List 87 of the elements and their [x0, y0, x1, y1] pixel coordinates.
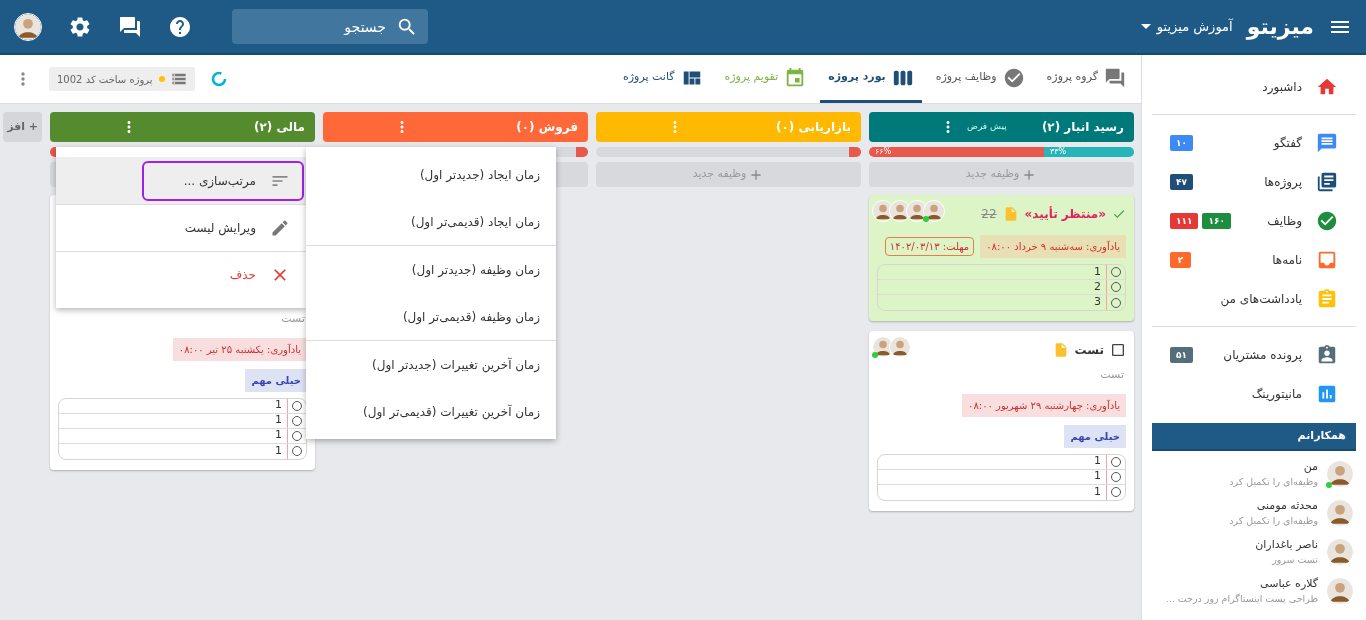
chat-icon — [1104, 66, 1126, 89]
checklist-item: 1 — [1093, 468, 1102, 485]
chat-icon — [1316, 131, 1338, 154]
settings-icon[interactable] — [68, 14, 92, 39]
checklist-item: 3 — [1093, 294, 1102, 310]
card-description: تست — [280, 311, 306, 327]
avatar — [14, 12, 42, 41]
server-icon — [170, 71, 187, 87]
count-badge: ۲ — [1170, 251, 1191, 268]
project-name: پروژه ساخت کد 1002 — [57, 72, 153, 87]
priority-tag: خیلی مهم — [1064, 424, 1126, 448]
tab[interactable]: بورد پروژه — [820, 55, 922, 103]
sidebar-item[interactable]: گفتگو ۱۰ — [1152, 123, 1356, 162]
document-stack-icon — [1316, 170, 1338, 193]
project-chip[interactable]: پروژه ساخت کد 1002 — [49, 67, 195, 91]
column-title: رسید انبار (۲) — [1041, 119, 1124, 136]
caret-icon — [1140, 24, 1151, 29]
deadline-label: مهلت: ۱۴۰۲/۰۳/۱۳ — [884, 237, 975, 256]
sidebar-item[interactable]: مانیتورینگ — [1152, 374, 1356, 413]
priority-tag: خیلی مهم — [245, 368, 307, 392]
colleague-item[interactable]: محدثه مومنی وظیفه‌ای را تکمیل کرد — [1152, 498, 1356, 528]
clipboard-icon — [1316, 287, 1338, 310]
progress-label: ۶۶% — [875, 148, 892, 156]
checklist-item: 1 — [1093, 483, 1102, 500]
workspace-dropdown[interactable]: آموزش میزیتو — [1140, 16, 1233, 37]
colleague-item[interactable]: ناصر باغداران تست سرور — [1152, 537, 1356, 567]
default-label: پیش فرض — [967, 120, 1007, 134]
checklist-item: 1 — [274, 427, 283, 444]
colleague-item[interactable]: من وظیفه‌ای را تکمیل کرد — [1152, 459, 1356, 489]
reminder-label: یادآوری: یکشنبه ۲۵ تیر ۰۸:۰۰ — [172, 337, 307, 361]
checklist-item: 1 — [1093, 454, 1102, 470]
colleague-status: وظیفه‌ای را تکمیل کرد — [1229, 475, 1318, 489]
progress-label: ۳۳% — [1049, 148, 1067, 156]
column-header[interactable]: رسید انبار (۲) پیش فرض — [869, 112, 1134, 142]
column-title: مالی (۲) — [253, 119, 305, 136]
colleague-status: طراحی پست اینستاگرام روز درخت ... — [1165, 592, 1318, 606]
sidebar-item[interactable]: وظایف ۱۶۰ ۱۱۱ — [1152, 201, 1356, 240]
colleague-status: تست سرور — [1271, 553, 1318, 567]
sidebar-item[interactable]: پروژه‌ها ۴۷ — [1152, 162, 1356, 201]
status-label: «منتظر تأیید» — [1024, 205, 1106, 223]
tab[interactable]: گانت پروژه — [615, 55, 711, 103]
column-title: بازاریابی (۰) — [775, 119, 851, 136]
colleague-name: ناصر باغداران — [1255, 537, 1318, 553]
checklist-item: 1 — [274, 442, 283, 459]
tab[interactable]: گروه پروژه — [1038, 55, 1134, 103]
check-icon[interactable] — [1112, 207, 1126, 221]
task-number: 22 — [981, 206, 997, 223]
count-badge: ۱۱۱ — [1170, 212, 1199, 229]
add-list-button[interactable]: + افز — [3, 112, 42, 142]
card-description: تست — [1099, 367, 1125, 383]
sidebar-item[interactable]: داشبورد — [1152, 67, 1356, 106]
reminder-label: یادآوری: چهارشنبه ۲۹ شهریور ۰۸:۰۰ — [962, 393, 1126, 417]
contact-card-icon — [1316, 343, 1338, 366]
column-header[interactable]: مالی (۲) — [50, 112, 315, 142]
reminder-label: یادآوری: سه‌شنبه ۹ خرداد ۰۸:۰۰ — [980, 235, 1126, 258]
card-title: تست — [1074, 342, 1104, 359]
count-badge: ۱۰ — [1170, 134, 1193, 151]
menu-item[interactable]: مرتب‌سازی ... — [142, 160, 304, 201]
colleague-name: محدثه مومنی — [1255, 498, 1318, 514]
logo[interactable]: میزیتو — [1246, 10, 1314, 43]
spinner-icon — [210, 71, 227, 87]
search-icon — [396, 16, 418, 38]
menu-item[interactable]: حذف — [142, 255, 304, 295]
checklist-item: 1 — [274, 398, 283, 414]
sidebar-item[interactable]: یادداشت‌های من — [1152, 279, 1356, 318]
chat-icon[interactable] — [118, 14, 142, 39]
checklist-item: 2 — [1093, 278, 1102, 295]
search-field[interactable]: جستجو — [232, 9, 428, 44]
tab[interactable]: وظایف پروژه — [927, 55, 1033, 103]
sidebar-item[interactable]: پرونده مشتریان ۵۱ — [1152, 335, 1356, 374]
pencil-icon — [270, 218, 290, 238]
colleague-name: من — [1302, 459, 1318, 475]
colleague-name: گلاره عباسی — [1259, 576, 1318, 592]
count-badge: ۴۷ — [1170, 173, 1193, 190]
help-icon[interactable] — [168, 14, 192, 39]
checklist-item: 1 — [274, 412, 283, 429]
column-title: فروش (۰) — [516, 119, 578, 136]
checkbox[interactable] — [1110, 342, 1126, 358]
count-badge: ۱۶۰ — [1202, 212, 1231, 229]
count-badge: ۵۱ — [1170, 346, 1193, 363]
colleague-item[interactable]: گلاره عباسی طراحی پست اینستاگرام روز درخت ... — [1152, 576, 1356, 606]
colleague-status: وظیفه‌ای را تکمیل کرد — [1229, 514, 1318, 528]
sidebar-item[interactable]: نامه‌ها ۲ — [1152, 240, 1356, 279]
menu-item[interactable]: ویرایش لیست — [142, 208, 304, 248]
checklist-item: 1 — [1093, 265, 1102, 280]
menu-item[interactable]: زمان ایجاد (جدیدتر اول) — [306, 151, 556, 198]
section-header: همکارانم — [1152, 423, 1356, 451]
